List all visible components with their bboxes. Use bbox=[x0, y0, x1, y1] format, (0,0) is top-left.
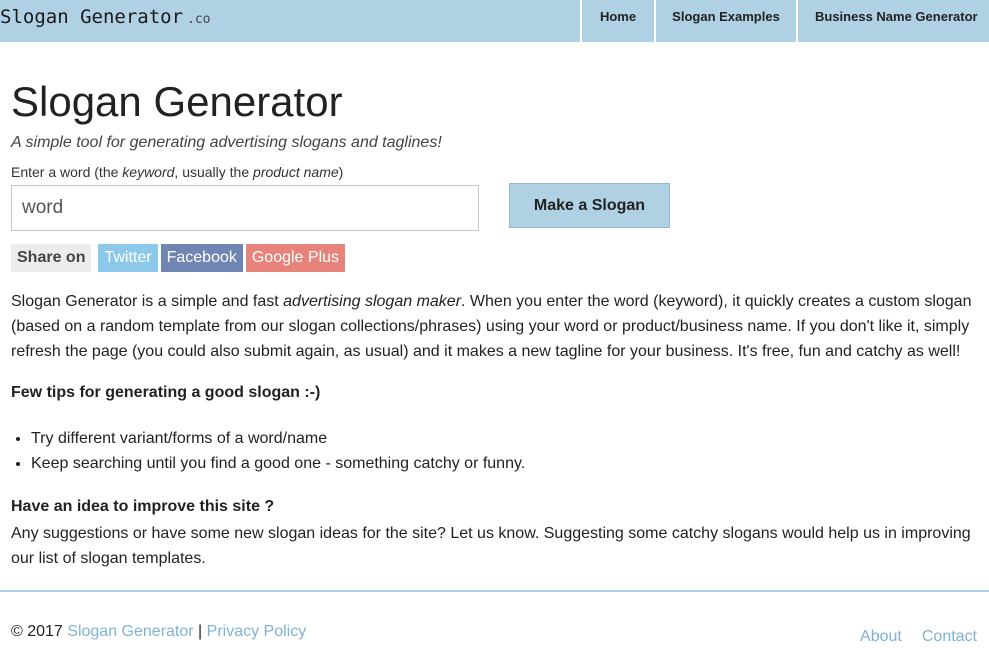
brand-tld[interactable]: .co bbox=[187, 12, 210, 27]
tip-item: Try different variant/forms of a word/na… bbox=[31, 426, 525, 451]
share-google-plus-button[interactable]: Google Plus bbox=[245, 244, 346, 272]
footer-site-link[interactable]: Slogan Generator bbox=[67, 623, 193, 640]
tips-list: Try different variant/forms of a word/na… bbox=[11, 426, 525, 476]
footer-about-link[interactable]: About bbox=[860, 628, 902, 645]
footer-copyright: © 2017 Slogan Generator | Privacy Policy bbox=[11, 623, 306, 641]
intro-paragraph: Slogan Generator is a simple and fast ad… bbox=[11, 289, 981, 364]
label-keyword-emphasis: keyword bbox=[122, 164, 175, 180]
nav-home-link[interactable]: Home bbox=[580, 0, 654, 42]
label-text: Enter a word (the bbox=[11, 164, 123, 180]
intro-text: Slogan Generator is a simple and fast bbox=[11, 293, 284, 310]
intro-emphasis: advertising slogan maker bbox=[283, 293, 462, 310]
footer-privacy-link[interactable]: Privacy Policy bbox=[207, 623, 307, 640]
footer-contact-link[interactable]: Contact bbox=[922, 628, 977, 645]
nav-slogan-examples-link[interactable]: Slogan Examples bbox=[654, 0, 796, 42]
share-label: Share on bbox=[11, 244, 92, 272]
footer-separator: | bbox=[193, 623, 207, 640]
idea-heading: Have an idea to improve this site ? bbox=[11, 498, 275, 515]
idea-paragraph: Any suggestions or have some new slogan … bbox=[11, 525, 971, 567]
keyword-input[interactable] bbox=[11, 185, 479, 231]
footer-divider bbox=[0, 590, 989, 592]
make-slogan-button[interactable]: Make a Slogan bbox=[509, 183, 670, 228]
site-logo[interactable]: Slogan Generator .co bbox=[0, 6, 211, 28]
main-nav: Home Slogan Examples Business Name Gener… bbox=[580, 0, 989, 42]
keyword-field-label: Enter a word (the keyword, usually the p… bbox=[11, 164, 343, 180]
nav-business-name-generator-link[interactable]: Business Name Generator bbox=[796, 0, 989, 42]
brand-name[interactable]: Slogan Generator bbox=[0, 6, 183, 28]
page-title: Slogan Generator bbox=[11, 78, 343, 125]
page-subtitle: A simple tool for generating advertising… bbox=[11, 134, 442, 151]
footer-links: About Contact bbox=[860, 628, 977, 646]
label-text: ) bbox=[338, 164, 344, 180]
top-navbar: Slogan Generator .co Home Slogan Examples… bbox=[0, 0, 989, 42]
copyright-text: © 2017 bbox=[11, 623, 68, 640]
tips-heading: Few tips for generating a good slogan :-… bbox=[11, 384, 321, 401]
share-facebook-button[interactable]: Facebook bbox=[160, 244, 243, 272]
share-bar: Share on Twitter Facebook Google Plus bbox=[11, 244, 348, 272]
tip-item: Keep searching until you find a good one… bbox=[31, 451, 525, 476]
label-text: , usually the bbox=[174, 164, 254, 180]
share-twitter-button[interactable]: Twitter bbox=[98, 244, 158, 272]
label-product-emphasis: product name bbox=[253, 164, 339, 180]
